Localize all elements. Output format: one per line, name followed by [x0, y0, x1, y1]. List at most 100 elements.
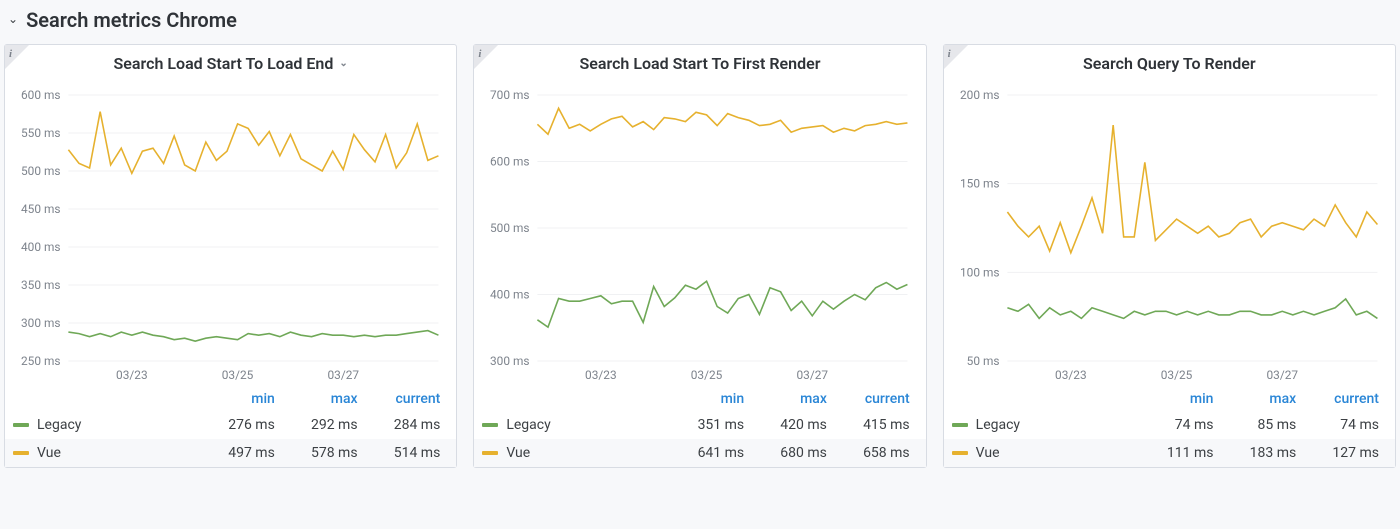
- svg-text:550 ms: 550 ms: [21, 126, 60, 140]
- panel-header[interactable]: i Search Query To Render: [944, 45, 1395, 81]
- legend-table: .minmaxcurrentLegacy276 ms292 ms284 msVu…: [5, 387, 456, 467]
- svg-text:500 ms: 500 ms: [490, 221, 529, 235]
- panel-load-start-to-first-render: i Search Load Start To First Render 300 ms…: [473, 44, 926, 468]
- svg-text:500 ms: 500 ms: [21, 164, 60, 178]
- legend-header-current[interactable]: current: [843, 387, 926, 411]
- chart-svg: 250 ms 300 ms 350 ms 400 ms 450 ms 500 ms 550 …: [13, 85, 448, 385]
- legend-header-max[interactable]: max: [1229, 387, 1312, 411]
- svg-text:250 ms: 250 ms: [21, 354, 60, 368]
- svg-text:350 ms: 350 ms: [21, 278, 60, 292]
- section-header[interactable]: ⌄ Search metrics Chrome: [0, 0, 1400, 44]
- legend-series-label: Legacy: [976, 417, 1020, 433]
- legend-value: 578 ms: [291, 439, 374, 467]
- chart-area[interactable]: 50 ms100 ms150 ms200 ms03/2303/2503/27: [944, 81, 1395, 385]
- legend-row-legacy[interactable]: Legacy 276 ms292 ms284 ms: [5, 411, 456, 439]
- panel-header[interactable]: i Search Load Start To First Render: [474, 45, 925, 81]
- chevron-down-icon: ⌄: [8, 13, 18, 25]
- legend-value: 420 ms: [760, 411, 843, 439]
- svg-text:100 ms: 100 ms: [960, 265, 999, 279]
- panel-title-text: Search Query To Render: [1083, 54, 1256, 73]
- info-icon: i: [478, 48, 481, 60]
- panel-title-text: Search Load Start To Load End: [114, 54, 334, 73]
- svg-text:600 ms: 600 ms: [21, 88, 60, 102]
- legend-value: 74 ms: [1312, 411, 1395, 439]
- series-line: [1007, 299, 1377, 319]
- legend-value: 284 ms: [374, 411, 457, 439]
- svg-text:200 ms: 200 ms: [960, 88, 999, 102]
- series-line: [68, 331, 438, 342]
- panel-title-text: Search Load Start To First Render: [580, 54, 821, 73]
- svg-text:300 ms: 300 ms: [490, 354, 529, 368]
- svg-text:150 ms: 150 ms: [960, 177, 999, 191]
- legend-swatch: [952, 451, 968, 455]
- panel-title[interactable]: Search Load Start To Load End ⌄: [114, 54, 348, 73]
- panel-load-start-to-end: iSearch Load Start To Load End⌄250 ms300…: [4, 44, 457, 468]
- legend-swatch: [482, 451, 498, 455]
- legend-value: 127 ms: [1312, 439, 1395, 467]
- chart-area[interactable]: 300 ms 400 ms 500 ms 600 ms 700 ms 03/23 03/25…: [474, 81, 925, 385]
- legend-series-label: Legacy: [37, 417, 81, 433]
- legend-value: 351 ms: [677, 411, 760, 439]
- svg-text:03/25: 03/25: [1160, 368, 1192, 382]
- legend-series-label: Legacy: [506, 417, 550, 433]
- legend-value: 497 ms: [208, 439, 291, 467]
- legend-value: 85 ms: [1229, 411, 1312, 439]
- svg-text:03/23: 03/23: [1055, 368, 1087, 382]
- legend-value: 641 ms: [677, 439, 760, 467]
- legend-value: 415 ms: [843, 411, 926, 439]
- legend-row-legacy[interactable]: Legacy 351 ms420 ms415 ms: [474, 411, 925, 439]
- legend-value: 74 ms: [1147, 411, 1230, 439]
- panel-title[interactable]: Search Load Start To First Render: [580, 54, 821, 73]
- svg-text:300 ms: 300 ms: [21, 316, 60, 330]
- legend-value: 276 ms: [208, 411, 291, 439]
- info-icon: i: [948, 48, 951, 60]
- legend-row-legacy[interactable]: Legacy 74 ms85 ms74 ms: [944, 411, 1395, 439]
- legend-swatch: [13, 423, 29, 427]
- svg-text:700 ms: 700 ms: [490, 88, 529, 102]
- legend-swatch: [13, 451, 29, 455]
- legend-table: .minmaxcurrentLegacy351 ms420 ms415 msVu…: [474, 387, 925, 467]
- svg-text:450 ms: 450 ms: [21, 202, 60, 216]
- svg-text:03/25: 03/25: [222, 368, 254, 382]
- legend-table: .minmaxcurrentLegacy74 ms85 ms74 msVue11…: [944, 387, 1395, 467]
- panel-header[interactable]: iSearch Load Start To Load End⌄: [5, 45, 456, 81]
- svg-text:03/27: 03/27: [1266, 368, 1298, 382]
- svg-text:03/27: 03/27: [797, 368, 829, 382]
- svg-text:400 ms: 400 ms: [21, 240, 60, 254]
- legend-header-max[interactable]: max: [760, 387, 843, 411]
- svg-text:400 ms: 400 ms: [490, 287, 529, 301]
- chart-svg: 50 ms100 ms150 ms200 ms03/2303/2503/27: [952, 85, 1387, 385]
- chart-area[interactable]: 250 ms 300 ms 350 ms 400 ms 450 ms 500 ms 550 …: [5, 81, 456, 385]
- legend-row-vue[interactable]: Vue641 ms680 ms658 ms: [474, 439, 925, 467]
- legend-value: 292 ms: [291, 411, 374, 439]
- legend-series-label: Vue: [37, 445, 61, 461]
- svg-text:03/23: 03/23: [585, 368, 617, 382]
- panel-row: i Search Load Start To Load End ⌄ 250 ms 300…: [0, 44, 1400, 472]
- legend-value: 514 ms: [374, 439, 457, 467]
- section-title: Search metrics Chrome: [26, 8, 237, 32]
- legend-header-min[interactable]: min: [208, 387, 291, 411]
- legend-swatch: [482, 423, 498, 427]
- legend-row-vue[interactable]: Vue 497 ms578 ms514 ms: [5, 439, 456, 467]
- legend-value: 111 ms: [1147, 439, 1230, 467]
- legend-header-current[interactable]: current: [1312, 387, 1395, 411]
- legend-header-max[interactable]: max: [291, 387, 374, 411]
- legend-value: 680 ms: [760, 439, 843, 467]
- legend-value: 183 ms: [1229, 439, 1312, 467]
- legend-header-min[interactable]: min: [677, 387, 760, 411]
- series-line: [68, 112, 438, 174]
- series-line: [538, 281, 908, 327]
- legend-header-current[interactable]: current: [374, 387, 457, 411]
- panel-title[interactable]: Search Query To Render: [1083, 54, 1256, 73]
- legend-header-min[interactable]: min: [1147, 387, 1230, 411]
- svg-text:03/25: 03/25: [691, 368, 723, 382]
- series-line: [538, 108, 908, 134]
- svg-text:600 ms: 600 ms: [490, 154, 529, 168]
- series-line: [1007, 125, 1377, 253]
- panel-query-to-render: iSearch Query To Render50 ms100 ms150 ms…: [943, 44, 1396, 468]
- chevron-down-icon: ⌄: [339, 58, 347, 69]
- chart-svg: 300 ms 400 ms 500 ms 600 ms 700 ms 03/23 03/25…: [482, 85, 917, 385]
- svg-text:03/23: 03/23: [116, 368, 148, 382]
- legend-row-vue[interactable]: Vue111 ms183 ms127 ms: [944, 439, 1395, 467]
- legend-swatch: [952, 423, 968, 427]
